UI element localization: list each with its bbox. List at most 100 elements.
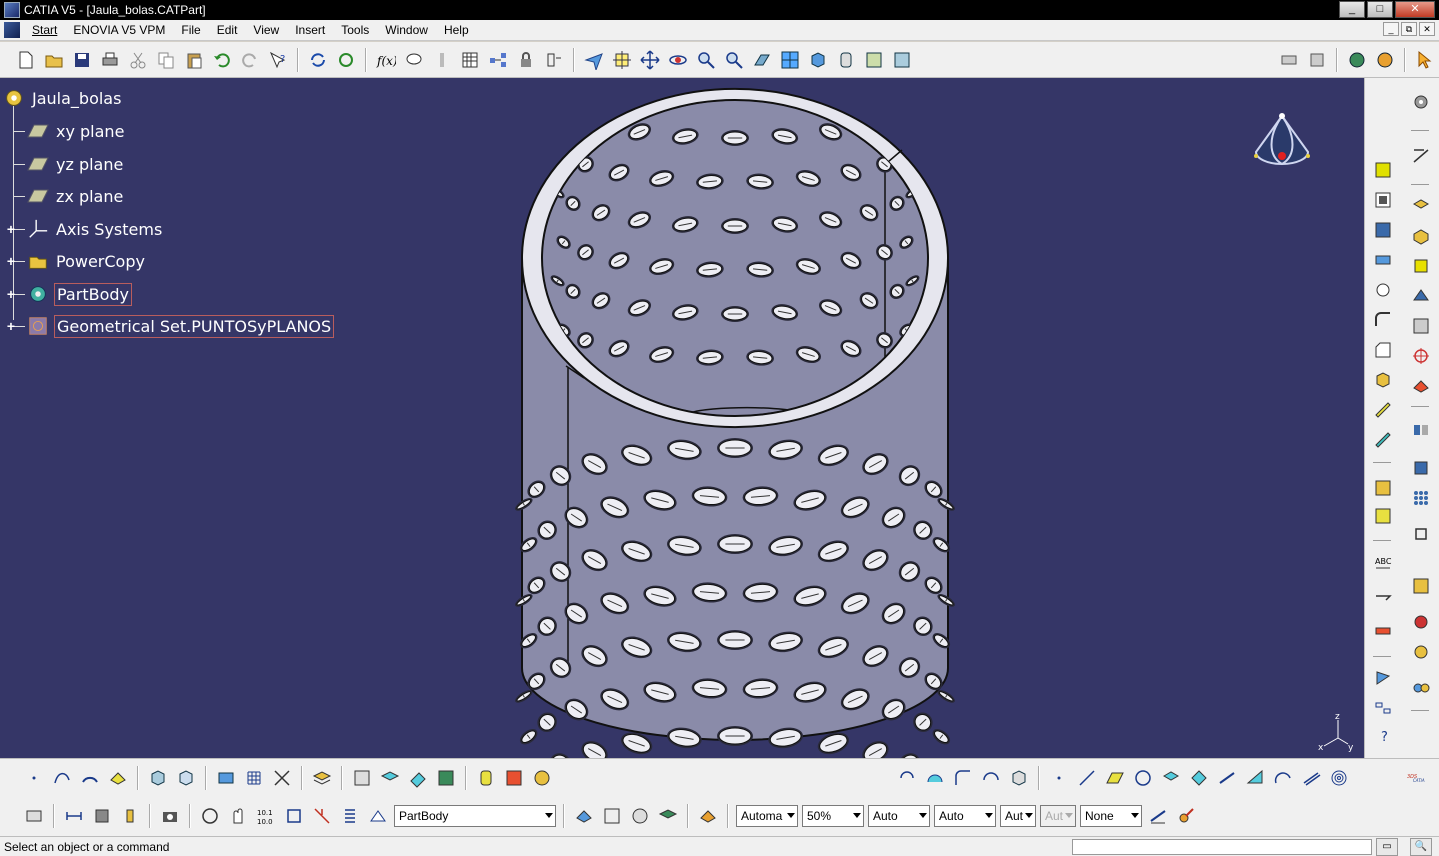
print-icon[interactable] [99,49,121,71]
menu-help[interactable]: Help [436,23,477,37]
menu-view[interactable]: View [245,23,287,37]
whats-this-icon[interactable]: ? [267,49,289,71]
view-iso-icon[interactable] [147,767,169,789]
iso-view-icon[interactable] [807,49,829,71]
copy-format-icon[interactable] [1147,805,1169,827]
combine-icon[interactable] [1272,767,1294,789]
list-icon[interactable] [339,805,361,827]
arc-icon[interactable] [79,767,101,789]
assemble-icon[interactable] [1371,504,1395,528]
expand-axis-systems[interactable]: + [6,222,16,236]
tree-item-powercopy[interactable]: PowerCopy [26,248,147,274]
constraint-icon[interactable] [1371,666,1395,690]
thread-icon[interactable] [1371,428,1395,452]
curvature-analysis-icon[interactable] [1409,640,1433,664]
measure-item-icon[interactable] [91,805,113,827]
line-icon[interactable] [1076,767,1098,789]
thickness-icon[interactable] [1409,374,1433,398]
flag-note-icon[interactable] [1371,584,1395,608]
tree-item-yz-plane[interactable]: yz plane [26,151,125,177]
help-query-icon[interactable]: ? [1371,724,1395,748]
chamfer-icon[interactable] [1371,338,1395,362]
point-icon[interactable] [23,767,45,789]
catalog-icon[interactable] [543,49,565,71]
fly-mode-icon[interactable] [583,49,605,71]
table-icon[interactable] [459,49,481,71]
groove-icon[interactable] [1409,224,1433,248]
zoom-in-icon[interactable] [695,49,717,71]
menu-window[interactable]: Window [377,23,436,37]
knowledge-icon[interactable] [487,49,509,71]
spiral-icon[interactable] [1328,767,1350,789]
comment-icon[interactable] [403,49,425,71]
layer-select[interactable]: None [1080,805,1142,827]
product-icon[interactable] [215,767,237,789]
maximize-button[interactable]: □ [1367,1,1393,18]
box-icon[interactable] [1008,767,1030,789]
redo-icon[interactable] [239,49,261,71]
menu-start[interactable]: Start [24,23,65,37]
rotate-icon[interactable] [667,49,689,71]
publication-icon[interactable] [573,805,595,827]
menu-insert[interactable]: Insert [287,23,333,37]
stack-layers-icon[interactable] [657,805,679,827]
gear-icon[interactable] [1409,90,1433,114]
plane-tool-icon[interactable] [1104,767,1126,789]
hole-icon[interactable] [1371,218,1395,242]
mirror-icon[interactable] [1409,418,1433,442]
zoom-out-icon[interactable] [723,49,745,71]
circle-icon[interactable] [1132,767,1154,789]
draft-icon[interactable] [1371,368,1395,392]
law-icon[interactable] [431,49,453,71]
line-thickness-select[interactable]: Auto [868,805,930,827]
slot-icon[interactable] [1409,254,1433,278]
close-button[interactable]: ✕ [1395,1,1435,18]
stiffener-icon[interactable] [1371,278,1395,302]
current-body-select[interactable]: PartBody [394,805,556,827]
shell-icon[interactable] [1371,398,1395,422]
menu-file[interactable]: File [173,23,208,37]
dimension-icon[interactable] [283,805,305,827]
constraint-dialog-icon[interactable] [1371,696,1395,720]
undo-icon[interactable] [211,49,233,71]
hide-show-icon[interactable] [863,49,885,71]
apply-material-icon[interactable] [1346,49,1368,71]
scaling-icon[interactable] [1409,522,1433,546]
multisection-icon[interactable] [1409,284,1433,308]
select-arrow-icon[interactable] [1414,49,1436,71]
helix-icon[interactable] [896,767,918,789]
tree-item-axis-systems[interactable]: Axis Systems [26,216,164,242]
pattern-icon[interactable] [1409,486,1433,510]
fit-all-icon[interactable] [611,49,633,71]
menu-enovia[interactable]: ENOVIA V5 VPM [65,23,173,37]
draft-analysis-icon[interactable] [1409,610,1433,634]
tree-item-xy-plane[interactable]: xy plane [26,118,126,144]
group-icon[interactable] [503,767,525,789]
measure-icon[interactable] [1278,49,1300,71]
sketch-profile-icon[interactable] [107,767,129,789]
line-type-select[interactable]: Auto [934,805,996,827]
command-input[interactable] [1072,839,1372,855]
text-annotation-icon[interactable]: ABC [1371,552,1395,576]
analysis-icon[interactable] [1409,574,1433,598]
lock-icon[interactable] [515,49,537,71]
update-all-icon[interactable] [335,49,357,71]
target-icon[interactable] [1409,344,1433,368]
assembly-feature-icon[interactable] [351,767,373,789]
tree-item-partbody[interactable]: PartBody [26,281,132,307]
color-select[interactable]: Automa [736,805,798,827]
expand-partbody[interactable]: + [6,287,16,301]
tap-analysis-icon[interactable] [1409,676,1433,700]
catalog-browser-icon[interactable] [435,767,457,789]
translate-icon[interactable] [1409,456,1433,480]
projection-icon[interactable] [1160,767,1182,789]
fill-icon[interactable] [1244,767,1266,789]
tree-root[interactable]: Jaula_bolas [2,85,123,111]
pocket-icon[interactable] [1371,188,1395,212]
snap-icon[interactable] [199,805,221,827]
grid-icon[interactable] [243,767,265,789]
circle-arc-icon[interactable] [924,767,946,789]
menu-edit[interactable]: Edit [209,23,246,37]
sketcher-icon[interactable] [1409,144,1433,168]
measure-between-icon[interactable] [63,805,85,827]
